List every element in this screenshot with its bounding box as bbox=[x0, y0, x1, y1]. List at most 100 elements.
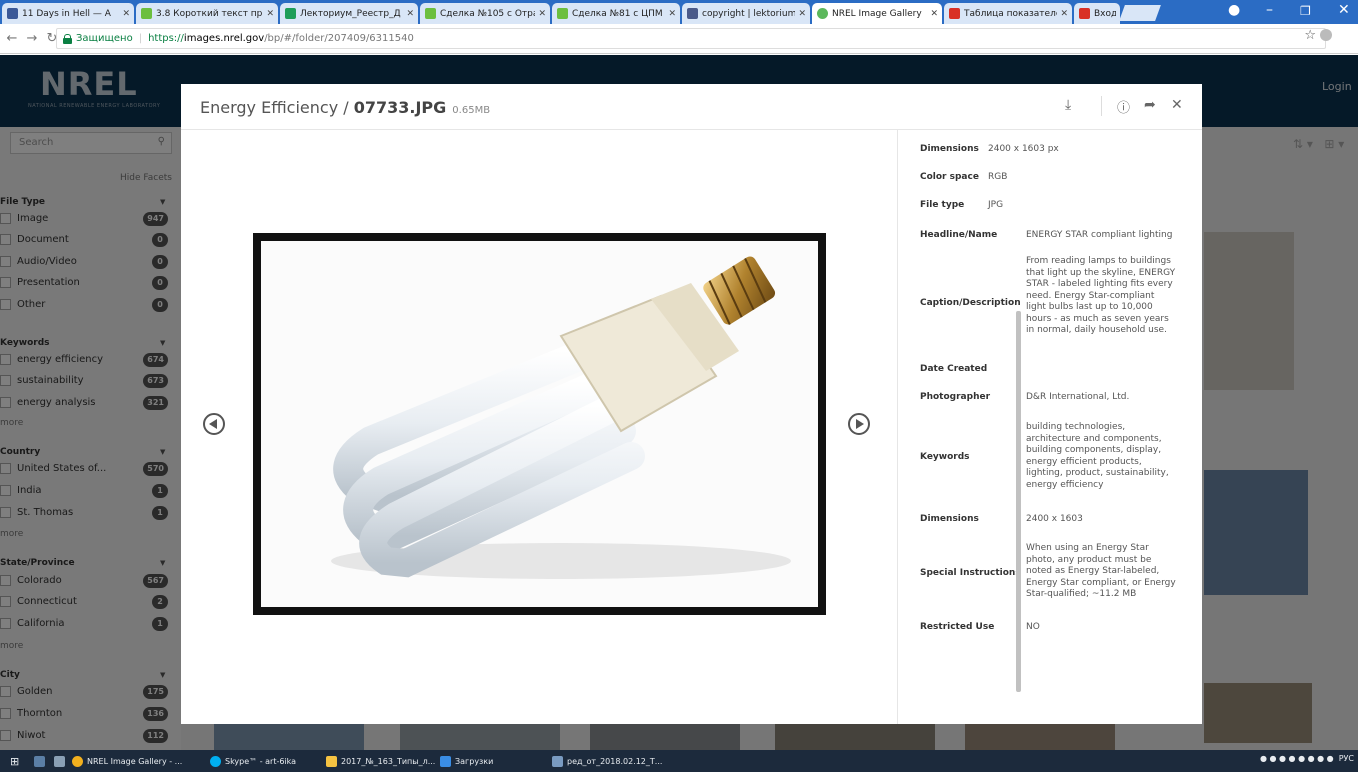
tab-close-icon[interactable]: ✕ bbox=[665, 9, 676, 19]
tab-label: Таблица показателей bbox=[964, 8, 1058, 19]
metadata-value: building technologies, architecture and … bbox=[1026, 422, 1169, 490]
tab-label: Лекториум_Реестр_Д bbox=[300, 8, 401, 19]
extension-icon[interactable] bbox=[1320, 29, 1332, 41]
browser-tab[interactable]: Сделка №105 с Отрас ✕ bbox=[420, 3, 550, 24]
taskbar-app-folder[interactable]: 2017_№_163_Типы_л... bbox=[326, 753, 435, 769]
browser-tab[interactable]: Сделка №81 с ЦПМ ( ✕ bbox=[552, 3, 680, 24]
tab-favicon-icon bbox=[425, 8, 436, 19]
metadata-key: Special Instructions bbox=[920, 568, 1021, 578]
close-icon[interactable]: ✕ bbox=[1171, 97, 1183, 113]
metadata-value: When using an Energy Star photo, any pro… bbox=[1026, 543, 1176, 599]
language-indicator[interactable]: РУС bbox=[1339, 754, 1354, 763]
tab-label: copyright | lektorium S bbox=[702, 8, 796, 19]
taskbar-app-skype[interactable]: Skype™ - art-6ika bbox=[210, 753, 296, 769]
new-tab-button[interactable] bbox=[1119, 5, 1161, 21]
file-size: 0.65MB bbox=[452, 105, 491, 116]
profile-icon[interactable]: ● bbox=[1228, 2, 1240, 18]
metadata-value: JPG bbox=[988, 200, 1004, 210]
download-folder-icon bbox=[440, 755, 451, 767]
metadata-scrollbar[interactable] bbox=[1016, 311, 1021, 692]
share-icon[interactable]: ➦ bbox=[1144, 97, 1156, 113]
forward-icon[interactable]: → bbox=[24, 31, 40, 46]
folder-icon bbox=[326, 755, 337, 767]
chrome-icon bbox=[72, 755, 83, 767]
metadata-key: Headline/Name bbox=[920, 230, 998, 240]
metadata-key: Restricted Use bbox=[920, 622, 995, 632]
browser-tab[interactable]: 3.8 Короткий текст пр ✕ bbox=[136, 3, 278, 24]
browser-tab[interactable]: Лекториум_Реестр_Д ✕ bbox=[280, 3, 418, 24]
metadata-value: RGB bbox=[988, 172, 1008, 182]
metadata-key: Caption/Description bbox=[920, 298, 1021, 308]
metadata-row: Caption/Description From reading lamps to… bbox=[920, 256, 1195, 356]
windows-start-icon[interactable]: ⊞ bbox=[10, 753, 19, 769]
window-close-icon[interactable]: ✕ bbox=[1338, 2, 1350, 18]
tab-close-icon[interactable]: ✕ bbox=[1057, 9, 1068, 19]
tab-close-icon[interactable]: ✕ bbox=[795, 9, 806, 19]
tab-label: Входящие (99) - nvgu bbox=[1094, 8, 1116, 19]
gmail-favicon-icon bbox=[1079, 8, 1090, 19]
metadata-key: Keywords bbox=[920, 452, 970, 462]
browser-tab[interactable]: Таблица показателей ✕ bbox=[944, 3, 1072, 24]
tab-label: NREL Image Gallery bbox=[832, 8, 922, 19]
tab-close-icon[interactable]: ✕ bbox=[535, 9, 546, 19]
next-image-button[interactable] bbox=[848, 413, 870, 435]
tab-close-icon[interactable]: ✕ bbox=[403, 9, 414, 19]
metadata-panel: Dimensions 2400 x 1603 px Color space RGB … bbox=[897, 130, 1202, 724]
tab-close-icon[interactable]: ✕ bbox=[263, 9, 274, 19]
tab-favicon-icon bbox=[817, 8, 828, 19]
secure-label: Защищено bbox=[76, 33, 133, 44]
metadata-row: Special Instructions When using an Energy… bbox=[920, 543, 1195, 609]
tab-favicon-icon bbox=[557, 8, 568, 19]
gmail-favicon-icon bbox=[949, 8, 960, 19]
pinned-app-icon bbox=[54, 755, 65, 767]
system-tray[interactable]: ● ● ● ● ● ● ● ● РУС bbox=[1260, 754, 1354, 763]
tab-close-icon[interactable]: ✕ bbox=[119, 9, 130, 19]
taskbar-app-document[interactable]: ред_от_2018.02.12_Т... bbox=[552, 753, 662, 769]
metadata-key: Dimensions bbox=[920, 144, 979, 154]
file-name: 07733.JPG bbox=[353, 98, 447, 117]
back-icon[interactable]: ← bbox=[4, 31, 20, 46]
taskbar-app-label: 2017_№_163_Типы_л... bbox=[341, 756, 436, 766]
download-icon[interactable]: ⤓ bbox=[1065, 97, 1071, 113]
taskbar-app-downloads[interactable]: Загрузки bbox=[440, 753, 493, 769]
modal-header: Energy Efficiency / 07733.JPG 0.65MB ⤓ ⓘ … bbox=[181, 84, 1202, 130]
browser-tab[interactable]: 11 Days in Hell — A ✕ bbox=[2, 3, 134, 24]
metadata-key: File type bbox=[920, 200, 965, 210]
taskbar-pinned-icon[interactable] bbox=[34, 753, 49, 769]
bookmark-star-icon[interactable]: ☆ bbox=[1304, 28, 1316, 43]
image-canvas bbox=[261, 241, 818, 607]
tab-favicon-icon bbox=[141, 8, 152, 19]
metadata-key: Photographer bbox=[920, 392, 991, 402]
tab-label: Сделка №105 с Отрас bbox=[440, 8, 536, 19]
info-icon[interactable]: ⓘ bbox=[1117, 97, 1130, 116]
minimize-icon[interactable]: – bbox=[1266, 2, 1273, 18]
browser-tab[interactable]: copyright | lektorium S ✕ bbox=[682, 3, 810, 24]
tab-favicon-icon bbox=[687, 8, 698, 19]
document-icon bbox=[552, 755, 563, 767]
previous-image-button[interactable] bbox=[203, 413, 225, 435]
taskbar-app-chrome[interactable]: NREL Image Gallery - ... bbox=[72, 753, 182, 769]
pinned-app-icon bbox=[34, 755, 45, 767]
browser-tab-active[interactable]: NREL Image Gallery ✕ bbox=[812, 3, 942, 24]
folder-name[interactable]: Energy Efficiency bbox=[200, 98, 338, 117]
image-detail-modal: Energy Efficiency / 07733.JPG 0.65MB ⤓ ⓘ … bbox=[181, 84, 1202, 724]
browser-tab[interactable]: Входящие (99) - nvgu bbox=[1074, 3, 1120, 24]
url-protocol: https:// bbox=[148, 33, 184, 44]
tab-label: Сделка №81 с ЦПМ ( bbox=[572, 8, 666, 19]
omnibox-separator: | bbox=[138, 33, 143, 44]
preview-image[interactable] bbox=[253, 233, 826, 615]
header-divider bbox=[1101, 96, 1102, 116]
url-host: images.nrel.gov bbox=[183, 33, 265, 44]
tab-label: 3.8 Короткий текст пр bbox=[156, 8, 263, 19]
url-input[interactable]: Защищено | https:// images.nrel.gov /bp/… bbox=[56, 28, 1326, 49]
taskbar: ⊞ NREL Image Gallery - ... Skype™ - art-… bbox=[0, 750, 1358, 772]
taskbar-app-label: ред_от_2018.02.12_Т... bbox=[567, 756, 663, 766]
taskbar-pinned-icon[interactable] bbox=[54, 753, 69, 769]
taskbar-app-label: Загрузки bbox=[455, 756, 494, 766]
maximize-icon[interactable]: ❐ bbox=[1300, 4, 1311, 18]
metadata-row: Keywords building technologies, architect… bbox=[920, 422, 1195, 500]
skype-icon bbox=[210, 755, 221, 767]
modal-title: Energy Efficiency / 07733.JPG 0.65MB bbox=[200, 98, 490, 117]
tab-close-icon[interactable]: ✕ bbox=[927, 9, 938, 19]
metadata-value: D&R International, Ltd. bbox=[1026, 392, 1130, 402]
